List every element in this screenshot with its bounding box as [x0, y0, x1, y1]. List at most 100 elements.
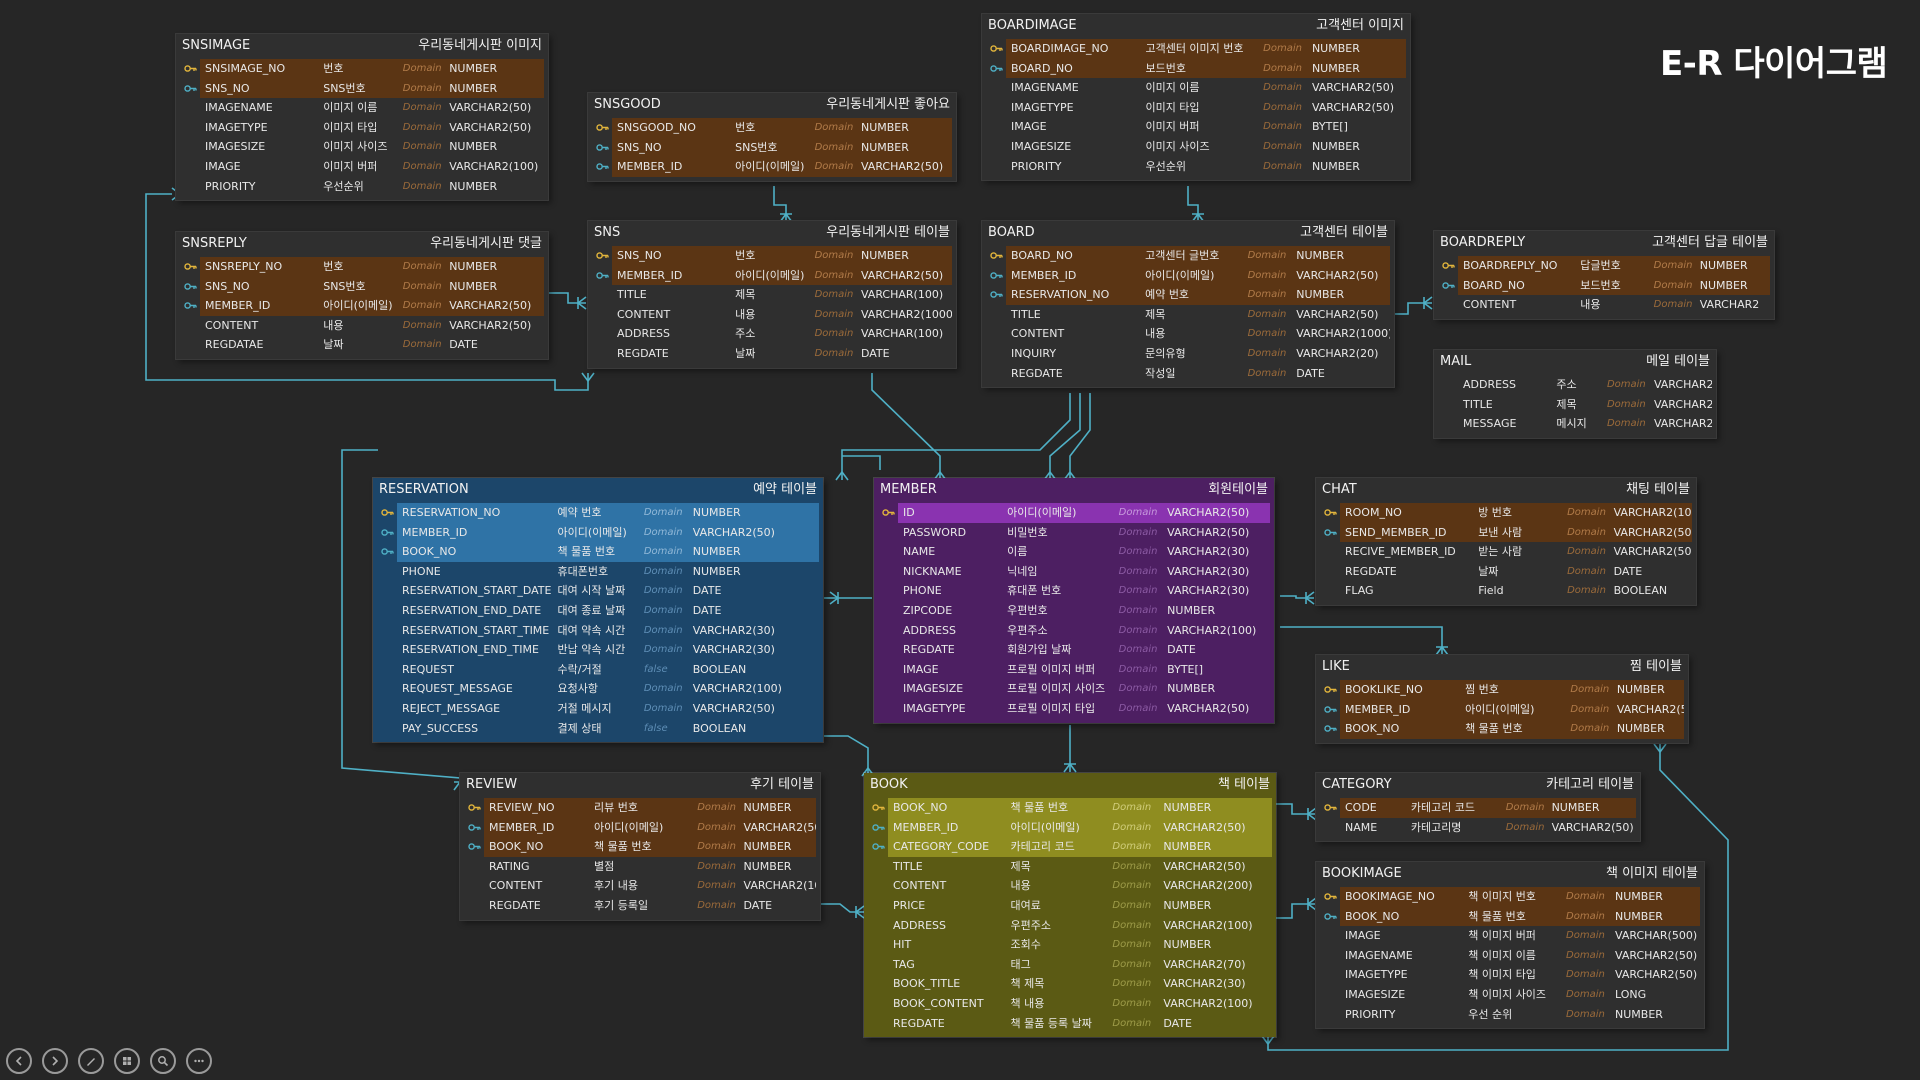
table-row[interactable]: BOOK_NO 책 물품 번호 Domain NUMBER: [868, 798, 1272, 818]
table-row[interactable]: MEMBER_ID아이디(이메일)DomainVARCHAR2(50): [592, 157, 952, 177]
table-row[interactable]: ID 아이디(이메일) Domain VARCHAR2(50): [878, 503, 1270, 523]
table-snsreply[interactable]: SNSREPLY 우리동네게시판 댓글 SNSREPLY_NO 번호 Domain NUM…: [176, 232, 548, 359]
table-row[interactable]: ADDRESS 주소 Domain VARCHAR(100): [592, 324, 952, 344]
table-row[interactable]: IMAGE 이미지 버퍼 Domain VARCHAR2(100): [180, 157, 544, 177]
table-header[interactable]: MEMBER 회원테이블: [874, 478, 1274, 502]
table-row[interactable]: SNS_NO SNS번호 Domain NUMBER: [180, 78, 545, 99]
table-row[interactable]: IMAGENAME 이미지 이름 Domain VARCHAR2(50): [180, 98, 544, 118]
table-row[interactable]: RESERVATION_END_DATE 대여 종료 날짜 Domain DATE: [377, 601, 819, 621]
table-row[interactable]: PRIORITY 우선 순위 Domain NUMBER: [1320, 1005, 1700, 1025]
table-row[interactable]: RESERVATION_START_TIME 대여 약속 시간 Domain VARC…: [377, 621, 819, 641]
table-row[interactable]: MEMBER_ID아이디(이메일)DomainVARCHAR2(50): [986, 265, 1390, 286]
table-row[interactable]: REVIEW_NO 리뷰 번호 Domain NUMBER: [464, 798, 817, 818]
table-mail[interactable]: MAIL 메일 테이블 ADDRESS 주소 Domain VARCHAR2 TITLE 제목…: [1434, 350, 1716, 438]
table-row[interactable]: RECIVE_MEMBER_ID 받는 사람 Domain VARCHAR2(50): [1320, 542, 1692, 562]
table-header[interactable]: BOARDIMAGE 고객센터 이미지: [982, 14, 1410, 38]
table-row[interactable]: NAME 카테고리명 Domain VARCHAR2(50): [1320, 818, 1636, 838]
table-snsimage[interactable]: SNSIMAGE 우리동네게시판 이미지 SNSIMAGE_NO 번호 Domain NU…: [176, 34, 548, 201]
table-row[interactable]: BOOK_NO 책 물품 번호 Domain NUMBER: [464, 837, 817, 857]
table-board[interactable]: BOARD 고객센터 테이블 BOARD_NO 고객센터 글번호 Domain NUMBE…: [982, 221, 1394, 388]
table-row[interactable]: IMAGETYPE 프로필 이미지 타입 Domain VARCHAR2(50): [878, 699, 1270, 719]
table-row[interactable]: BOOKLIKE_NO 찜 번호 Domain NUMBER: [1320, 680, 1684, 700]
table-row[interactable]: ZIPCODE 우편번호 Domain NUMBER: [878, 601, 1270, 621]
table-row[interactable]: REGDATE 회원가입 날짜 Domain DATE: [878, 640, 1270, 660]
table-row[interactable]: BOOKIMAGE_NO 책 이미지 번호 Domain NUMBER: [1320, 887, 1700, 907]
table-row[interactable]: BOOK_NO 책 물품 번호 Domain NUMBER: [377, 542, 819, 562]
table-row[interactable]: CONTENT 내용 Domain VARCHAR2(1000): [592, 305, 952, 325]
table-row[interactable]: REGDATAE 날짜 Domain DATE: [180, 335, 544, 355]
table-review[interactable]: REVIEW 후기 테이블 REVIEW_NO 리뷰 번호 Domain NUMBER ME…: [460, 773, 820, 920]
table-row[interactable]: BOOK_TITLE 책 제목 Domain VARCHAR2(30): [868, 974, 1272, 994]
table-row[interactable]: TAG 태그 Domain VARCHAR2(70): [868, 955, 1272, 975]
table-row[interactable]: ADDRESS 우편주소 Domain VARCHAR2(100): [878, 621, 1270, 641]
table-row[interactable]: SNSGOOD_NO 번호 Domain NUMBER: [592, 118, 952, 138]
table-row[interactable]: TITLE 제목 Domain VARCHAR2(50): [868, 857, 1272, 877]
table-row[interactable]: SNS_NO SNS번호 Domain NUMBER: [180, 276, 545, 297]
table-row[interactable]: RESERVATION_START_DATE 대여 시작 날짜 Domain DATE: [377, 581, 819, 601]
table-row[interactable]: CONTENT 내용 Domain VARCHAR2(200): [868, 876, 1272, 896]
table-header[interactable]: SNS 우리동네게시판 테이블: [588, 221, 956, 245]
table-like[interactable]: LIKE 찜 테이블 BOOKLIKE_NO 찜 번호 Domain NUMBER MEMB…: [1316, 655, 1688, 743]
table-row[interactable]: IMAGESIZE 이미지 사이즈 Domain NUMBER: [180, 137, 544, 157]
table-row[interactable]: REQUEST 수락/거절 false BOOLEAN: [377, 660, 819, 680]
table-row[interactable]: MEMBER_ID아이디(이메일)DomainVARCHAR2(50): [180, 296, 545, 316]
table-row[interactable]: IMAGE 이미지 버퍼 Domain BYTE[]: [986, 117, 1406, 137]
table-header[interactable]: BOARD 고객센터 테이블: [982, 221, 1394, 245]
table-row[interactable]: CATEGORY_CODE 카테고리 코드 Domain NUMBER: [868, 837, 1272, 857]
table-row[interactable]: CONTENT 내용 Domain VARCHAR2: [1438, 295, 1770, 315]
table-row[interactable]: IMAGETYPE 이미지 타입 Domain VARCHAR2(50): [180, 118, 544, 138]
table-row[interactable]: IMAGE 프로필 이미지 버퍼 Domain BYTE[]: [878, 660, 1270, 680]
table-row[interactable]: IMAGESIZE 이미지 사이즈 Domain NUMBER: [986, 137, 1406, 157]
table-row[interactable]: SNS_NO SNS번호 Domain NUMBER: [592, 137, 952, 158]
prev-slide-icon[interactable]: [6, 1048, 32, 1074]
table-header[interactable]: CHAT 채팅 테이블: [1316, 478, 1696, 502]
table-row[interactable]: REQUEST_MESSAGE 요청사항 Domain VARCHAR2(100): [377, 679, 819, 699]
table-row[interactable]: SNSIMAGE_NO 번호 Domain NUMBER: [180, 59, 545, 79]
table-row[interactable]: IMAGE 책 이미지 버퍼 Domain VARCHAR(500): [1320, 926, 1700, 946]
more-icon[interactable]: [186, 1048, 212, 1074]
table-row[interactable]: CONTENT 후기 내용 Domain VARCHAR2(100): [464, 876, 816, 896]
table-header[interactable]: BOARDREPLY 고객센터 답글 테이블: [1434, 231, 1774, 255]
table-row[interactable]: RESERVATION_END_TIME 반납 약속 시간 Domain VARCHA…: [377, 640, 819, 660]
table-row[interactable]: SEND_MEMBER_ID 보낸 사람 Domain VARCHAR2(50): [1320, 522, 1692, 543]
table-row[interactable]: PASSWORD 비밀번호 Domain VARCHAR2(50): [878, 523, 1270, 543]
table-row[interactable]: PAY_SUCCESS 결제 상태 false BOOLEAN: [377, 719, 819, 739]
table-row[interactable]: CODE 카테고리 코드 Domain NUMBER: [1320, 798, 1636, 818]
table-snsgood[interactable]: SNSGOOD 우리동네게시판 좋아요 SNSGOOD_NO 번호 Domain NUMB…: [588, 93, 956, 181]
table-row[interactable]: FLAG Field Domain BOOLEAN: [1320, 581, 1692, 601]
table-row[interactable]: REGDATE 후기 등록일 Domain DATE: [464, 896, 816, 916]
table-header[interactable]: REVIEW 후기 테이블: [460, 773, 820, 797]
table-row[interactable]: BOOK_CONTENT 책 내용 Domain VARCHAR2(100): [868, 994, 1272, 1014]
table-row[interactable]: CONTENT 내용 Domain VARCHAR2(1000): [986, 324, 1390, 344]
table-row[interactable]: IMAGENAME 책 이미지 이름 Domain VARCHAR2(50): [1320, 946, 1700, 966]
table-header[interactable]: SNSREPLY 우리동네게시판 댓글: [176, 232, 548, 256]
table-row[interactable]: BOARD_NO 고객센터 글번호 Domain NUMBER: [986, 246, 1390, 266]
table-row[interactable]: IMAGETYPE 책 이미지 타입 Domain VARCHAR2(50): [1320, 965, 1700, 985]
table-header[interactable]: BOOK 책 테이블: [864, 773, 1276, 797]
table-header[interactable]: BOOKIMAGE 책 이미지 테이블: [1316, 862, 1704, 886]
table-row[interactable]: TITLE 제목 Domain VARCHAR(100): [592, 285, 952, 305]
table-boardimage[interactable]: BOARDIMAGE 고객센터 이미지 BOARDIMAGE_NO 고객센터 이미지 …: [982, 14, 1410, 181]
table-row[interactable]: BOARDIMAGE_NO 고객센터 이미지 번호 Domain NUMBER: [986, 39, 1406, 59]
table-row[interactable]: IMAGESIZE 프로필 이미지 사이즈 Domain NUMBER: [878, 679, 1270, 699]
zoom-icon[interactable]: [150, 1048, 176, 1074]
table-row[interactable]: RESERVATION_NO 예약 번호 Domain NUMBER: [986, 285, 1390, 305]
table-row[interactable]: PRIORITY 우선순위 Domain NUMBER: [986, 157, 1406, 177]
table-row[interactable]: BOARDREPLY_NO 답글번호 Domain NUMBER: [1438, 256, 1770, 276]
table-row[interactable]: TITLE 제목 Domain VARCHAR2: [1438, 395, 1712, 415]
table-row[interactable]: BOOK_NO 책 물품 번호 Domain NUMBER: [1320, 719, 1684, 739]
table-row[interactable]: HIT 조회수 Domain NUMBER: [868, 935, 1272, 955]
table-row[interactable]: REJECT_MESSAGE 거절 메시지 Domain VARCHAR2(50): [377, 699, 819, 719]
table-row[interactable]: BOOK_NO 책 물품 번호 Domain NUMBER: [1320, 906, 1700, 927]
table-row[interactable]: CONTENT 내용 Domain VARCHAR2(50): [180, 316, 544, 336]
table-row[interactable]: REGDATE 날짜 Domain DATE: [592, 344, 952, 364]
table-row[interactable]: PRICE 대여료 Domain NUMBER: [868, 896, 1272, 916]
table-row[interactable]: IMAGETYPE 이미지 타입 Domain VARCHAR2(50): [986, 98, 1406, 118]
table-row[interactable]: MEMBER_ID아이디(이메일)DomainVARCHAR2(50): [464, 817, 817, 838]
table-row[interactable]: INQUIRY 문의유형 Domain VARCHAR2(20): [986, 344, 1390, 364]
table-sns[interactable]: SNS 우리동네게시판 테이블 SNS_NO 번호 Domain NUMBER MEMBER…: [588, 221, 956, 368]
table-reservation[interactable]: RESERVATION 예약 테이블 RESERVATION_NO 예약 번호 Doma…: [373, 478, 823, 743]
next-slide-icon[interactable]: [42, 1048, 68, 1074]
table-book[interactable]: BOOK 책 테이블 BOOK_NO 책 물품 번호 Domain NUMBER MEMBE…: [864, 773, 1276, 1038]
table-row[interactable]: MEMBER_ID아이디(이메일)DomainVARCHAR2(50): [1320, 699, 1684, 720]
